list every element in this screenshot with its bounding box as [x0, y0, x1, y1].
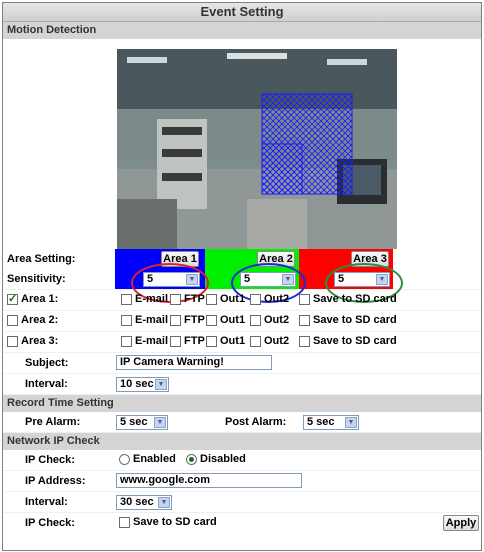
network-interval-select[interactable]: 30 sec ▼: [116, 495, 172, 510]
checkbox-icon: [7, 292, 18, 305]
area3-email-option[interactable]: E-mail: [121, 335, 168, 347]
ip-check-save-label: IP Check:: [25, 517, 75, 529]
subject-label: Subject:: [25, 357, 69, 369]
ip-address-row: IP Address: www.google.com: [3, 471, 481, 492]
area3-out2-option[interactable]: Out2: [250, 335, 289, 347]
motion-interval-row: Interval: 10 sec ▼: [3, 374, 481, 395]
area2-sensitivity-select[interactable]: 5 ▼: [240, 272, 296, 287]
chevron-down-icon: ▼: [154, 417, 166, 428]
area1-email-option[interactable]: E-mail: [121, 293, 168, 305]
subject-input[interactable]: IP Camera Warning!: [116, 355, 272, 370]
checkbox-icon: [121, 335, 132, 347]
area2-button[interactable]: Area 2: [257, 251, 295, 267]
checkbox-icon: [250, 314, 261, 326]
network-interval-label: Interval:: [25, 496, 68, 508]
ip-check-enabled-radio[interactable]: Enabled: [119, 453, 176, 465]
area3-toggle[interactable]: Area 3:: [7, 335, 58, 347]
page-title: Event Setting: [3, 3, 481, 22]
pre-alarm-select[interactable]: 5 sec ▼: [116, 415, 168, 430]
area3-out1-option[interactable]: Out1: [206, 335, 245, 347]
post-alarm-select[interactable]: 5 sec ▼: [303, 415, 359, 430]
motion-interval-label: Interval:: [25, 378, 68, 390]
checkbox-icon: [7, 314, 18, 326]
apply-button[interactable]: Apply: [443, 515, 479, 531]
checkbox-icon: [250, 335, 261, 347]
ip-check-label: IP Check:: [25, 454, 75, 466]
ip-check-disabled-radio[interactable]: Disabled: [186, 453, 246, 465]
checkbox-icon: [170, 335, 181, 347]
radio-icon: [119, 453, 130, 465]
area1-out1-option[interactable]: Out1: [206, 293, 245, 305]
checkbox-icon: [121, 293, 132, 305]
area1-action-row: Area 1: E-mail FTP Out1 Out2 Save to SD …: [3, 290, 481, 311]
checkbox-icon: [7, 335, 18, 347]
area1-out2-option[interactable]: Out2: [250, 293, 289, 305]
section-record-time: Record Time Setting: [3, 395, 481, 412]
area2-email-option[interactable]: E-mail: [121, 314, 168, 326]
sensitivity-label: Sensitivity:: [7, 273, 66, 285]
camera-preview-area: [3, 39, 481, 249]
checkbox-icon: [206, 335, 217, 347]
area1-ftp-option[interactable]: FTP: [170, 293, 205, 305]
area2-toggle[interactable]: Area 2:: [7, 314, 58, 326]
checkbox-icon: [250, 293, 261, 305]
camera-preview[interactable]: [117, 49, 397, 249]
chevron-down-icon: ▼: [186, 274, 198, 285]
chevron-down-icon: ▼: [158, 497, 170, 508]
area1-sensitivity-select[interactable]: 5 ▼: [143, 272, 200, 287]
event-setting-panel: Event Setting Motion Detection Area Sett…: [2, 2, 482, 551]
area3-button[interactable]: Area 3: [351, 251, 389, 267]
area2-action-row: Area 2: E-mail FTP Out1 Out2 Save to SD …: [3, 311, 481, 332]
checkbox-icon: [299, 293, 310, 305]
section-motion-detection: Motion Detection: [3, 22, 481, 39]
radio-selected-icon: [186, 453, 197, 465]
area1-sd-option[interactable]: Save to SD card: [299, 293, 397, 305]
checkbox-icon: [119, 516, 130, 528]
pre-alarm-label: Pre Alarm:: [25, 416, 81, 428]
ip-check-row: IP Check: Enabled Disabled: [3, 450, 481, 471]
ip-check-sd-option[interactable]: Save to SD card: [119, 516, 217, 528]
sensitivity-row: Sensitivity: 5 ▼ 5 ▼ 5 ▼: [3, 269, 481, 290]
area1-toggle[interactable]: Area 1:: [7, 292, 58, 305]
motion-interval-select[interactable]: 10 sec ▼: [116, 377, 169, 392]
section-network-ip-check: Network IP Check: [3, 433, 481, 450]
chevron-down-icon: ▼: [282, 274, 294, 285]
checkbox-icon: [170, 314, 181, 326]
record-alarm-row: Pre Alarm: 5 sec ▼ Post Alarm: 5 sec ▼: [3, 412, 481, 433]
area1-button[interactable]: Area 1: [161, 251, 199, 267]
area2-out2-option[interactable]: Out2: [250, 314, 289, 326]
area2-ftp-option[interactable]: FTP: [170, 314, 205, 326]
area-setting-label: Area Setting:: [7, 253, 76, 265]
checkbox-icon: [170, 293, 181, 305]
ip-address-input[interactable]: www.google.com: [116, 473, 302, 488]
subject-row: Subject: IP Camera Warning!: [3, 353, 481, 374]
network-interval-row: Interval: 30 sec ▼: [3, 492, 481, 513]
checkbox-icon: [206, 293, 217, 305]
chevron-down-icon: ▼: [155, 379, 167, 390]
chevron-down-icon: ▼: [345, 417, 357, 428]
area3-sensitivity-select[interactable]: 5 ▼: [334, 272, 390, 287]
checkbox-icon: [121, 314, 132, 326]
area3-sd-option[interactable]: Save to SD card: [299, 335, 397, 347]
ip-address-label: IP Address:: [25, 475, 86, 487]
area3-action-row: Area 3: E-mail FTP Out1 Out2 Save to SD …: [3, 332, 481, 353]
post-alarm-label: Post Alarm:: [225, 416, 287, 428]
checkbox-icon: [299, 314, 310, 326]
chevron-down-icon: ▼: [376, 274, 388, 285]
area2-sd-option[interactable]: Save to SD card: [299, 314, 397, 326]
checkbox-icon: [299, 335, 310, 347]
area-setting-row: Area Setting: Area 1 Area 2 Area 3: [3, 249, 481, 269]
ip-check-save-row: IP Check: Save to SD card Apply: [3, 513, 481, 533]
area3-ftp-option[interactable]: FTP: [170, 335, 205, 347]
area2-out1-option[interactable]: Out1: [206, 314, 245, 326]
checkbox-icon: [206, 314, 217, 326]
